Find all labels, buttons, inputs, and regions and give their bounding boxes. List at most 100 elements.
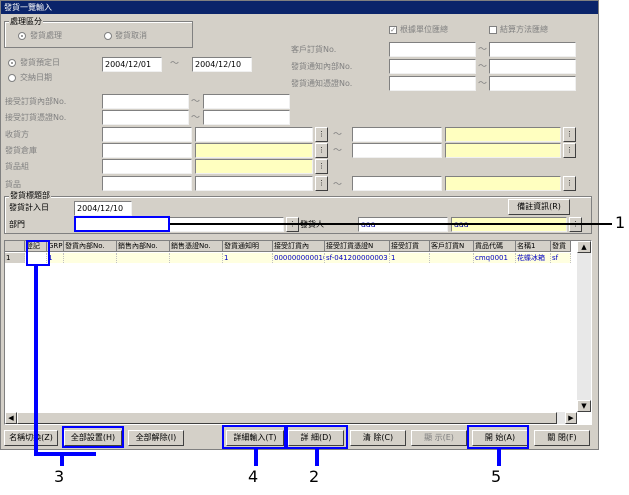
callout-number-5: 5 — [491, 467, 502, 486]
table-cell — [64, 253, 117, 263]
radio-send-process-label[interactable]: 發貨處理 — [30, 31, 62, 41]
order-voucher-no-label: 接受訂貨憑證No. — [5, 113, 67, 122]
callout-box-start — [467, 425, 529, 449]
clear-button[interactable]: 清 除(C) — [350, 430, 406, 446]
radio-scheduled-date[interactable] — [8, 59, 16, 67]
shipper-label: 發貨人 — [300, 220, 324, 230]
callout-box-detail-input — [222, 425, 286, 449]
radio-send-process[interactable] — [18, 32, 26, 40]
warehouse-lookup-from[interactable]: ⋮ — [315, 143, 328, 158]
grid-column-header[interactable]: 接受訂貨 — [390, 241, 430, 252]
plan-date-field[interactable]: 2004/12/10 — [74, 201, 132, 216]
grid-column-header[interactable]: 貨品代碼 — [474, 241, 516, 252]
radio-delivery-date-label[interactable]: 交納日期 — [20, 73, 52, 83]
goods-group-lookup[interactable]: ⋮ — [315, 159, 328, 174]
grid-column-header[interactable]: 銷售憑證No. — [170, 241, 223, 252]
shipping-grid[interactable] — [4, 240, 592, 425]
callout-line-4 — [254, 449, 258, 466]
check-confirm-unit[interactable]: ✓ — [389, 26, 397, 34]
grid-column-header[interactable]: 接受訂貨內 — [273, 241, 325, 252]
grid-column-header[interactable]: 接受訂貨憑證N — [325, 241, 390, 252]
check-settlement[interactable] — [489, 26, 497, 34]
goods-group-code[interactable] — [102, 159, 192, 174]
show-button: 顯 示(E) — [411, 430, 467, 446]
grid-column-header[interactable]: 客戶訂貨N — [430, 241, 474, 252]
callout-number-3: 3 — [54, 467, 65, 486]
goods-code-to[interactable] — [352, 176, 442, 191]
radio-send-cancel[interactable] — [104, 32, 112, 40]
receiver-name-to — [445, 127, 561, 142]
ship-notice-voucher-from[interactable] — [389, 76, 476, 91]
callout-box-dept — [74, 216, 170, 232]
grid-scroll-thumb[interactable] — [17, 412, 557, 424]
order-voucher-to[interactable] — [203, 110, 290, 125]
radio-scheduled-date-label[interactable]: 發貨預定日 — [20, 58, 60, 68]
customer-order-to[interactable] — [489, 42, 576, 57]
grid-scroll-right-button[interactable]: ▶ — [565, 412, 577, 424]
receiver-code-from[interactable] — [102, 127, 192, 142]
grid-scroll-down-button[interactable]: ▼ — [577, 400, 591, 412]
tilde-1: ～ — [478, 45, 488, 55]
order-dept-from[interactable] — [102, 94, 189, 109]
check-confirm-unit-label[interactable]: 根據單位匯總 — [400, 25, 448, 35]
tilde-3: ～ — [478, 79, 488, 89]
receiver-name-from[interactable] — [195, 127, 313, 142]
clear-all-button[interactable]: 全部解除(I) — [128, 430, 184, 446]
grid-scroll-left-button[interactable]: ◀ — [5, 412, 17, 424]
grid-vscroll[interactable] — [577, 241, 591, 412]
grid-column-header[interactable]: 發貨通知明 — [223, 241, 273, 252]
callout-line-5 — [497, 449, 501, 466]
table-cell: sf-041200000003 — [325, 253, 390, 263]
table-cell: cmq0001 — [474, 253, 516, 263]
grid-scroll-up-button[interactable]: ▲ — [577, 241, 591, 253]
plan-date-label: 發貨計入日 — [9, 203, 49, 212]
goods-lookup-from[interactable]: ⋮ — [315, 176, 328, 191]
check-settlement-label[interactable]: 結算方法匯總 — [500, 25, 548, 35]
goods-lookup-to[interactable]: ⋮ — [563, 176, 576, 191]
grid-column-header[interactable]: 銷售內部No. — [117, 241, 170, 252]
remarks-button[interactable]: 備註資訊(R) — [508, 199, 570, 215]
ship-notice-voucher-label: 發貨通知憑證No. — [291, 79, 353, 88]
table-cell — [117, 253, 170, 263]
receiver-code-to[interactable] — [352, 127, 442, 142]
processing-group-label: 處理區分 — [9, 17, 43, 27]
receiver-lookup-to[interactable]: ⋮ — [563, 127, 576, 142]
order-voucher-from[interactable] — [102, 110, 189, 125]
callout-line-2 — [315, 449, 319, 466]
grid-column-header[interactable]: 發貨內部No. — [64, 241, 117, 252]
customer-order-no-label: 客戶訂貨No. — [291, 45, 337, 54]
receiver-label: 收貨方 — [5, 130, 29, 139]
ship-notice-dept-to[interactable] — [489, 59, 576, 74]
receiver-lookup-from[interactable]: ⋮ — [315, 127, 328, 142]
warehouse-code-to[interactable] — [352, 143, 442, 158]
goods-code-from[interactable] — [102, 176, 192, 191]
callout-box-select-all — [62, 426, 124, 448]
goods-label: 貨品 — [5, 180, 21, 189]
table-cell: 花蝶冰箱 — [516, 253, 551, 263]
customer-order-from[interactable] — [389, 42, 476, 57]
warehouse-code-from[interactable] — [102, 143, 192, 158]
radio-delivery-date[interactable] — [8, 74, 16, 82]
grid-column-header[interactable]: 發貨 — [551, 241, 571, 252]
grid-corner-cell — [5, 241, 25, 252]
date-to-field[interactable]: 2004/12/10 — [192, 57, 252, 72]
radio-send-cancel-label[interactable]: 發貨取消 — [115, 31, 147, 41]
ship-notice-dept-from[interactable] — [389, 59, 476, 74]
tilde-8: ～ — [333, 180, 343, 190]
tilde-6: ～ — [333, 130, 343, 140]
goods-group-name — [195, 159, 313, 174]
table-row[interactable]: 1 1 1 000000000010 sf-041200000003 1 cmq0001 花蝶… — [5, 253, 571, 263]
goods-name-from[interactable] — [195, 176, 313, 191]
tilde-4: ～ — [191, 97, 201, 107]
grid-column-header[interactable]: 名稱1 — [516, 241, 551, 252]
warehouse-name-to — [445, 143, 561, 158]
tilde-7: ～ — [333, 146, 343, 156]
order-dept-to[interactable] — [203, 94, 290, 109]
ship-notice-voucher-to[interactable] — [489, 76, 576, 91]
name-toggle-button[interactable]: 名稱切換(Z) — [4, 430, 58, 446]
dept-label: 部門 — [9, 220, 25, 229]
warehouse-lookup-to[interactable]: ⋮ — [563, 143, 576, 158]
close-button[interactable]: 關 閉(F) — [534, 430, 590, 446]
table-cell: 000000000010 — [274, 253, 325, 263]
date-from-field[interactable]: 2004/12/01 — [102, 57, 162, 72]
